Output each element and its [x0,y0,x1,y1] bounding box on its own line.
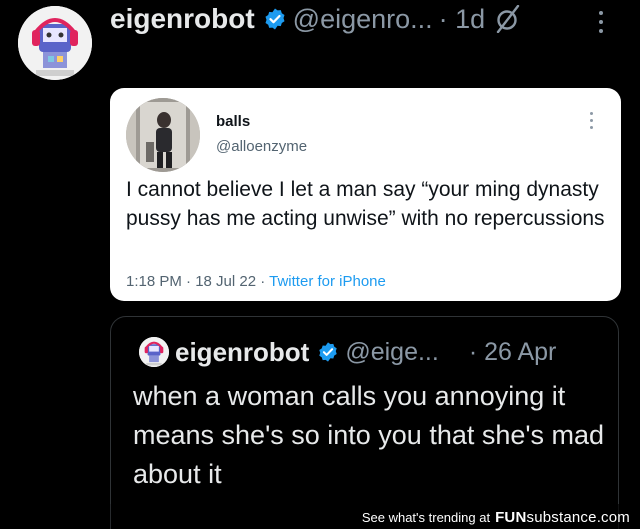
watermark[interactable]: See what's trending at FUNsubstance.com [362,507,630,527]
author-handle[interactable]: @eigenro... [293,4,433,35]
quoted-tweet-time: · 26 Apr [468,337,557,366]
card-timestamp: 1:18 PM · 18 Jul 22 · [126,273,270,290]
quoted-author-name: eigenrobot [175,336,310,367]
tweet-header: eigenrobot @eigenro... · 1d [110,2,521,36]
card-author-name: balls [216,113,251,130]
card-tweet-text: I cannot believe I let a man say “your m… [126,178,605,230]
tweet-time[interactable]: · 1d [439,4,486,35]
logo-fun: FUN [495,508,527,526]
grok-slash-icon[interactable] [495,5,521,33]
verified-badge-icon [265,8,285,30]
quoted-tweet-text: when a woman calls you annoying it means… [133,381,605,489]
card-author-avatar [126,98,200,172]
card-tweet-meta: 1:18 PM · 18 Jul 22 · Twitter for iPhone [126,273,386,290]
avatar-robot-image [18,6,92,80]
quoted-tweet-header: eigenrobot @eige... · 26 Apr [175,335,556,369]
avatar-robot-image [139,337,169,367]
mirror-selfie-image [126,98,200,172]
verified-badge-icon [319,342,338,362]
card-author-handle: @alloenzyme [216,138,308,155]
more-options-icon[interactable] [596,8,606,38]
author-name[interactable]: eigenrobot [110,3,255,35]
logo-domain: .com [596,508,630,526]
tweet-screenshot-card: balls @alloenzyme I cannot believe I let… [110,88,621,301]
quoted-tweet[interactable]: eigenrobot @eige... · 26 Apr when a woma… [110,316,619,529]
card-more-icon [588,110,594,132]
author-avatar[interactable] [18,6,92,80]
quoted-author-avatar [139,337,169,367]
watermark-text: See what's trending at [361,509,491,525]
funsubstance-logo: FUNsubstance.com [495,509,630,526]
quoted-author-handle: @eige... [345,337,439,366]
logo-substance: substance [526,508,597,526]
card-source-app: Twitter for iPhone [269,273,386,290]
